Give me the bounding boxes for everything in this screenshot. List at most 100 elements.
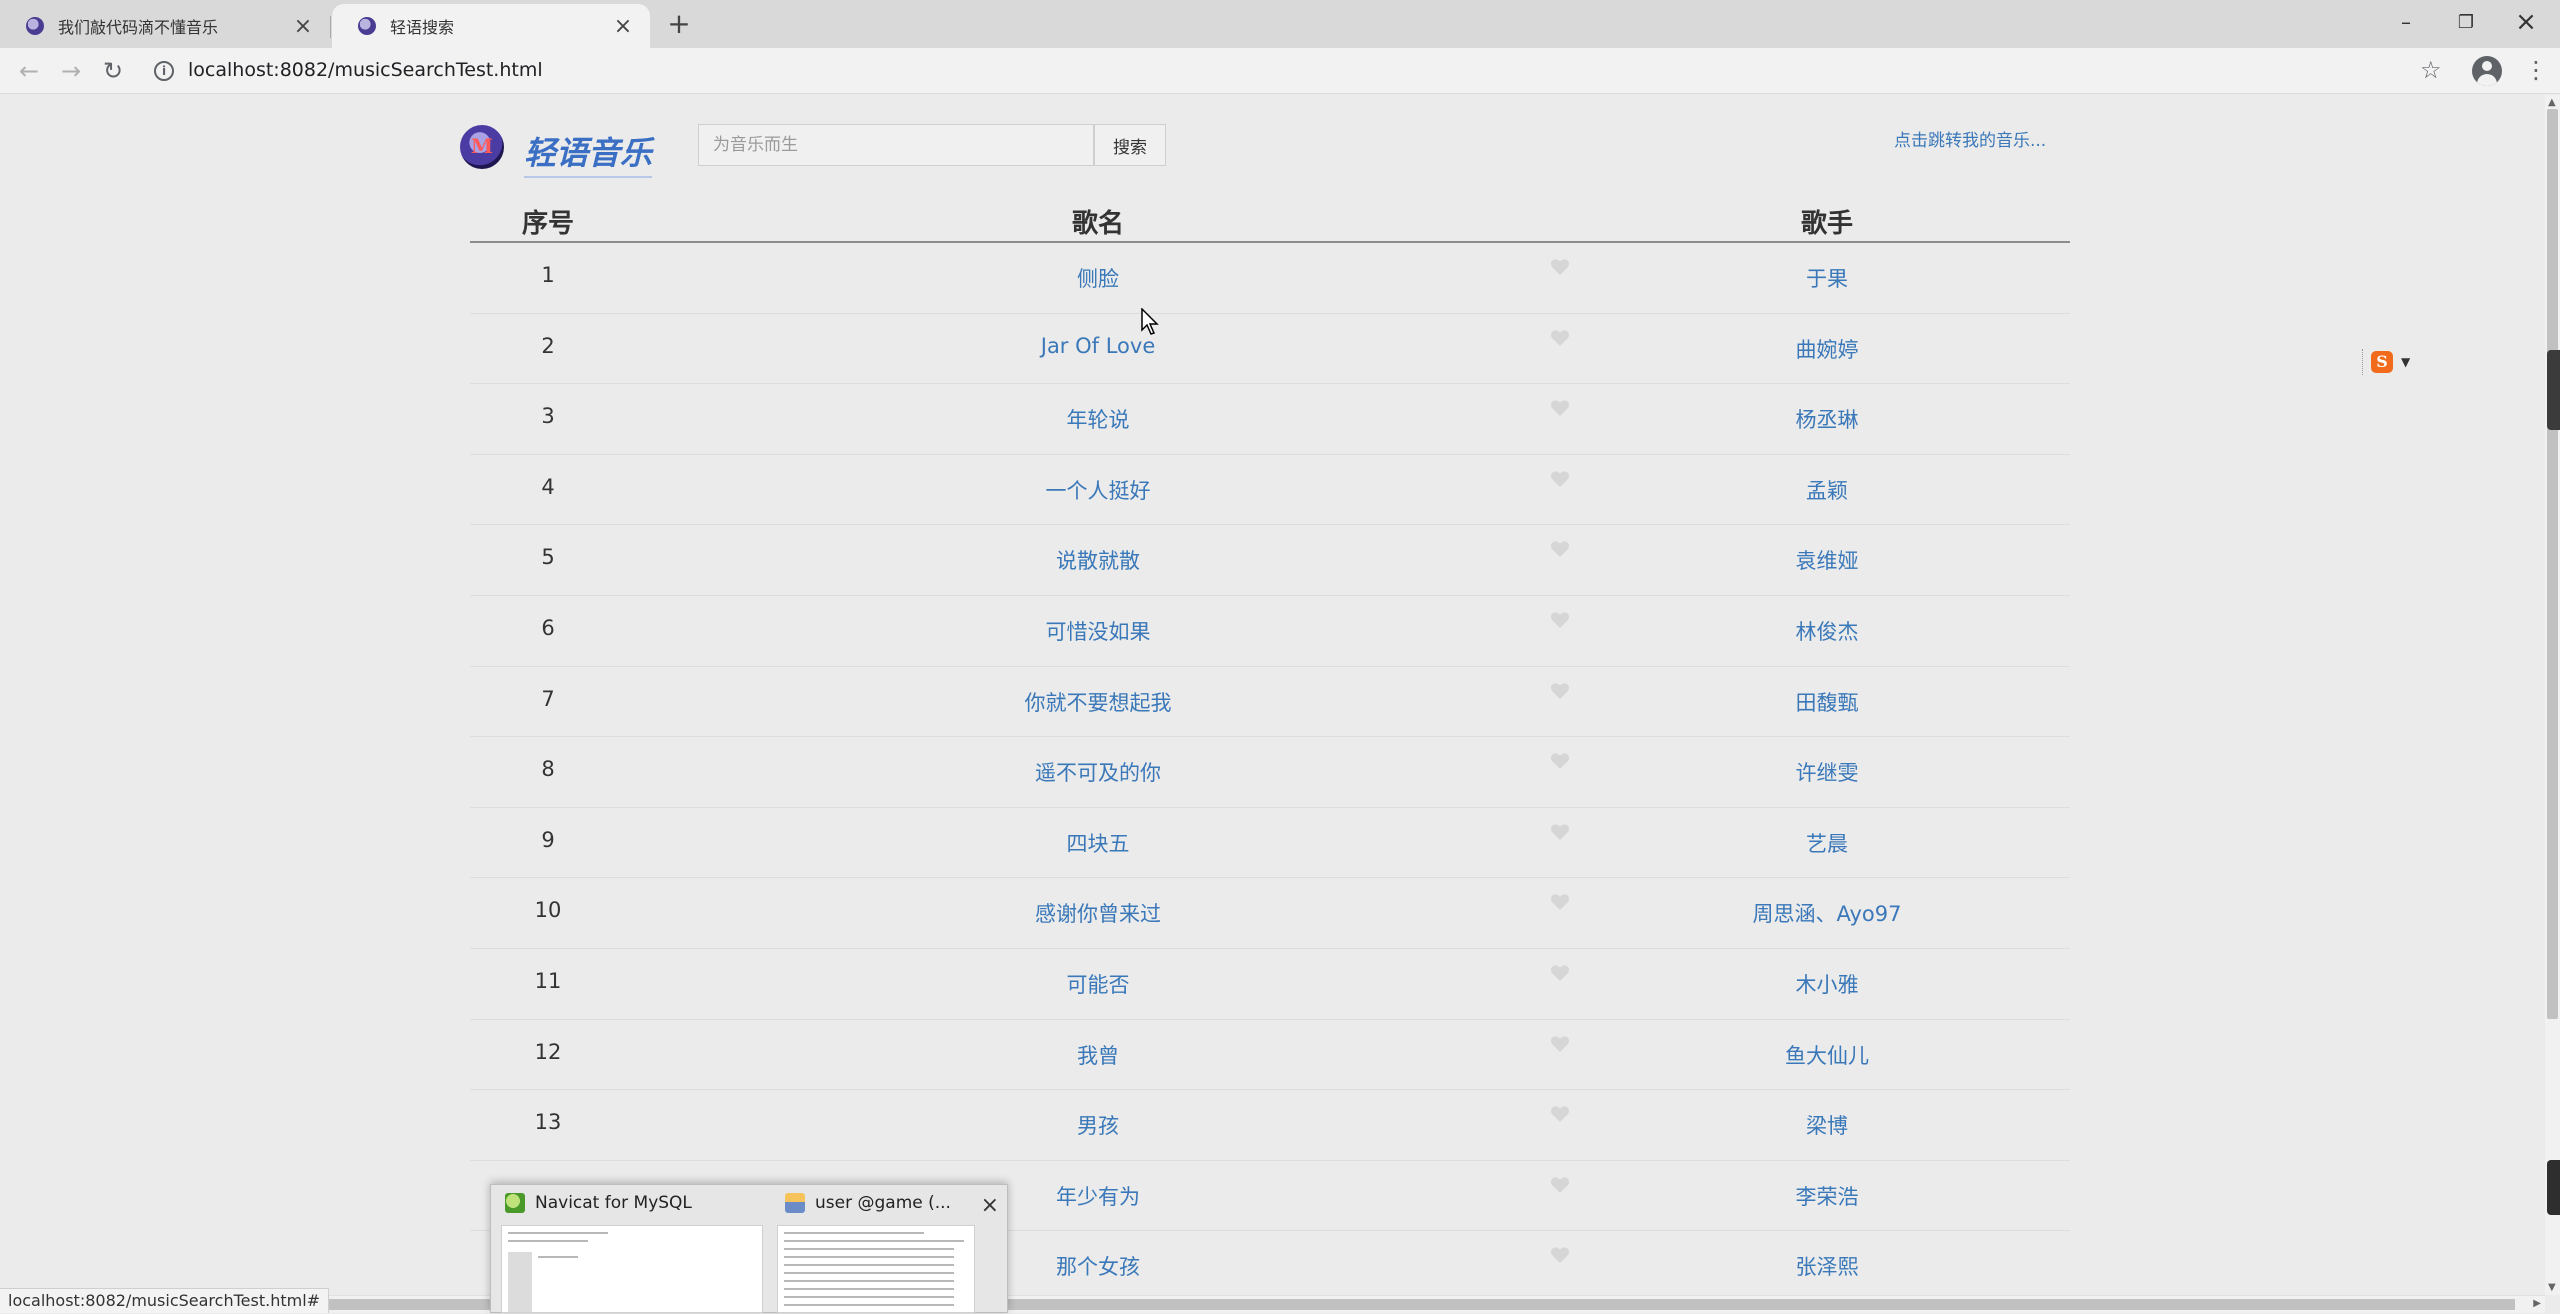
song-link[interactable]: 可能否: [1067, 969, 1130, 999]
preview-title: Navicat for MySQL: [535, 1193, 692, 1213]
scroll-right-icon[interactable]: ▶: [2533, 1298, 2541, 1309]
vertical-scrollbar[interactable]: ▲ ▼: [2545, 95, 2560, 1295]
new-tab-icon[interactable]: +: [664, 10, 694, 40]
favorite-heart-icon[interactable]: [1550, 329, 1570, 347]
singer-link[interactable]: 周思涵、Ayo97: [1753, 898, 1902, 928]
ime-dropdown-icon[interactable]: ▼: [2401, 355, 2410, 369]
singer-link[interactable]: 袁维娅: [1796, 545, 1859, 575]
side-handle[interactable]: [2547, 1160, 2560, 1215]
singer-link[interactable]: 艺晨: [1806, 828, 1848, 858]
status-bar-url: localhost:8082/musicSearchTest.html#: [0, 1288, 330, 1313]
singer-link[interactable]: 木小雅: [1796, 969, 1859, 999]
row-index: 4: [541, 474, 555, 499]
sogou-ime-icon[interactable]: S: [2371, 351, 2393, 373]
song-link[interactable]: 侧脸: [1077, 263, 1119, 293]
tab-search[interactable]: 轻语搜索 ×: [332, 4, 650, 48]
search-button[interactable]: 搜索: [1094, 124, 1166, 166]
my-music-link[interactable]: 点击跳转我的音乐...: [1894, 126, 2046, 151]
favorite-heart-icon[interactable]: [1550, 823, 1570, 841]
scroll-up-icon[interactable]: ▲: [2548, 97, 2556, 108]
song-link[interactable]: 年轮说: [1067, 404, 1130, 434]
table-row: 11 可能否 木小雅: [470, 949, 2070, 1020]
singer-link[interactable]: 李荣浩: [1796, 1181, 1859, 1211]
preview-title: user @game (...: [815, 1193, 951, 1213]
minimize-icon[interactable]: –: [2376, 0, 2436, 44]
song-link[interactable]: 四块五: [1067, 828, 1130, 858]
side-handle[interactable]: [2547, 350, 2560, 430]
singer-link[interactable]: 杨丞琳: [1796, 404, 1859, 434]
row-index: 2: [541, 333, 555, 358]
singer-link[interactable]: 许继雯: [1796, 757, 1859, 787]
close-window-icon[interactable]: ×: [2496, 0, 2556, 44]
vertical-scroll-thumb[interactable]: [2547, 109, 2558, 1019]
tab-favicon-icon: [26, 17, 44, 35]
close-tab-icon[interactable]: ×: [612, 14, 634, 39]
back-icon[interactable]: ←: [14, 56, 44, 86]
browser-toolbar: ← → ↻ i localhost:8082/musicSearchTest.h…: [0, 48, 2560, 94]
favorite-heart-icon[interactable]: [1550, 399, 1570, 417]
profile-avatar-icon[interactable]: [2472, 56, 2502, 86]
browser-menu-icon[interactable]: ⋮: [2524, 56, 2548, 84]
song-link[interactable]: 感谢你曾来过: [1035, 898, 1161, 928]
row-index: 1: [541, 263, 555, 287]
address-bar[interactable]: localhost:8082/musicSearchTest.html: [188, 59, 543, 81]
forward-icon[interactable]: →: [56, 56, 86, 86]
song-link[interactable]: 遥不可及的你: [1035, 757, 1161, 787]
favorite-heart-icon[interactable]: [1550, 258, 1570, 276]
singer-link[interactable]: 张泽熙: [1796, 1251, 1859, 1281]
tab-music-home[interactable]: 我们敲代码滴不懂音乐 ×: [0, 4, 330, 48]
favorite-heart-icon[interactable]: [1550, 1105, 1570, 1123]
favorite-heart-icon[interactable]: [1550, 470, 1570, 488]
song-link[interactable]: 一个人挺好: [1046, 475, 1151, 505]
singer-link[interactable]: 梁博: [1806, 1110, 1848, 1140]
song-link[interactable]: 说散就散: [1056, 545, 1140, 575]
favorite-heart-icon[interactable]: [1550, 682, 1570, 700]
singer-link[interactable]: 林俊杰: [1796, 616, 1859, 646]
bookmark-star-icon[interactable]: ☆: [2420, 56, 2442, 84]
favorite-heart-icon[interactable]: [1550, 964, 1570, 982]
row-index: 3: [541, 404, 555, 429]
scroll-down-icon[interactable]: ▼: [2548, 1282, 2556, 1293]
favorite-heart-icon[interactable]: [1550, 1246, 1570, 1264]
navicat-icon: [505, 1193, 525, 1213]
logo-text[interactable]: 轻语音乐: [524, 128, 653, 178]
singer-link[interactable]: 曲婉婷: [1796, 334, 1859, 364]
preview-user-game[interactable]: user @game (... ×: [771, 1185, 1009, 1314]
search-input[interactable]: [698, 124, 1094, 166]
site-info-icon[interactable]: i: [154, 61, 174, 81]
song-link[interactable]: 我曾: [1077, 1040, 1119, 1070]
singer-link[interactable]: 孟颖: [1806, 475, 1848, 505]
song-link[interactable]: Jar Of Love: [1041, 334, 1156, 358]
preview-close-icon[interactable]: ×: [981, 1193, 999, 1218]
favorite-heart-icon[interactable]: [1550, 1176, 1570, 1194]
tab-title: 我们敲代码滴不懂音乐: [58, 18, 219, 37]
favorite-heart-icon[interactable]: [1550, 611, 1570, 629]
reload-icon[interactable]: ↻: [98, 56, 128, 86]
favorite-heart-icon[interactable]: [1550, 893, 1570, 911]
song-link[interactable]: 年少有为: [1056, 1181, 1140, 1211]
header-song: 歌名: [1071, 209, 1125, 239]
song-link[interactable]: 那个女孩: [1056, 1251, 1140, 1281]
music-logo-icon[interactable]: [460, 125, 504, 169]
horizontal-scrollbar[interactable]: ▶: [0, 1295, 2545, 1313]
table-row: 13 男孩 梁博: [470, 1090, 2070, 1161]
favorite-heart-icon[interactable]: [1550, 752, 1570, 770]
singer-link[interactable]: 于果: [1806, 263, 1848, 293]
singer-link[interactable]: 鱼大仙儿: [1785, 1040, 1869, 1070]
song-link[interactable]: 男孩: [1077, 1110, 1119, 1140]
restore-icon[interactable]: ❐: [2436, 0, 2496, 44]
close-tab-icon[interactable]: ×: [292, 14, 314, 39]
table-row: 12 我曾 鱼大仙儿: [470, 1020, 2070, 1091]
favorite-heart-icon[interactable]: [1550, 1035, 1570, 1053]
preview-thumbnail: [501, 1225, 763, 1313]
mouse-cursor-icon: [1141, 307, 1159, 336]
favorite-heart-icon[interactable]: [1550, 540, 1570, 558]
song-link[interactable]: 可惜没如果: [1046, 616, 1151, 646]
singer-link[interactable]: 田馥甄: [1796, 687, 1859, 717]
song-link[interactable]: 你就不要想起我: [1025, 687, 1172, 717]
ime-toolbar[interactable]: S ▼: [2362, 349, 2422, 375]
row-index: 12: [534, 1039, 562, 1064]
preview-navicat[interactable]: Navicat for MySQL: [491, 1185, 771, 1314]
row-index: 9: [541, 827, 555, 852]
table-row: 10 感谢你曾来过 周思涵、Ayo97: [470, 878, 2070, 949]
